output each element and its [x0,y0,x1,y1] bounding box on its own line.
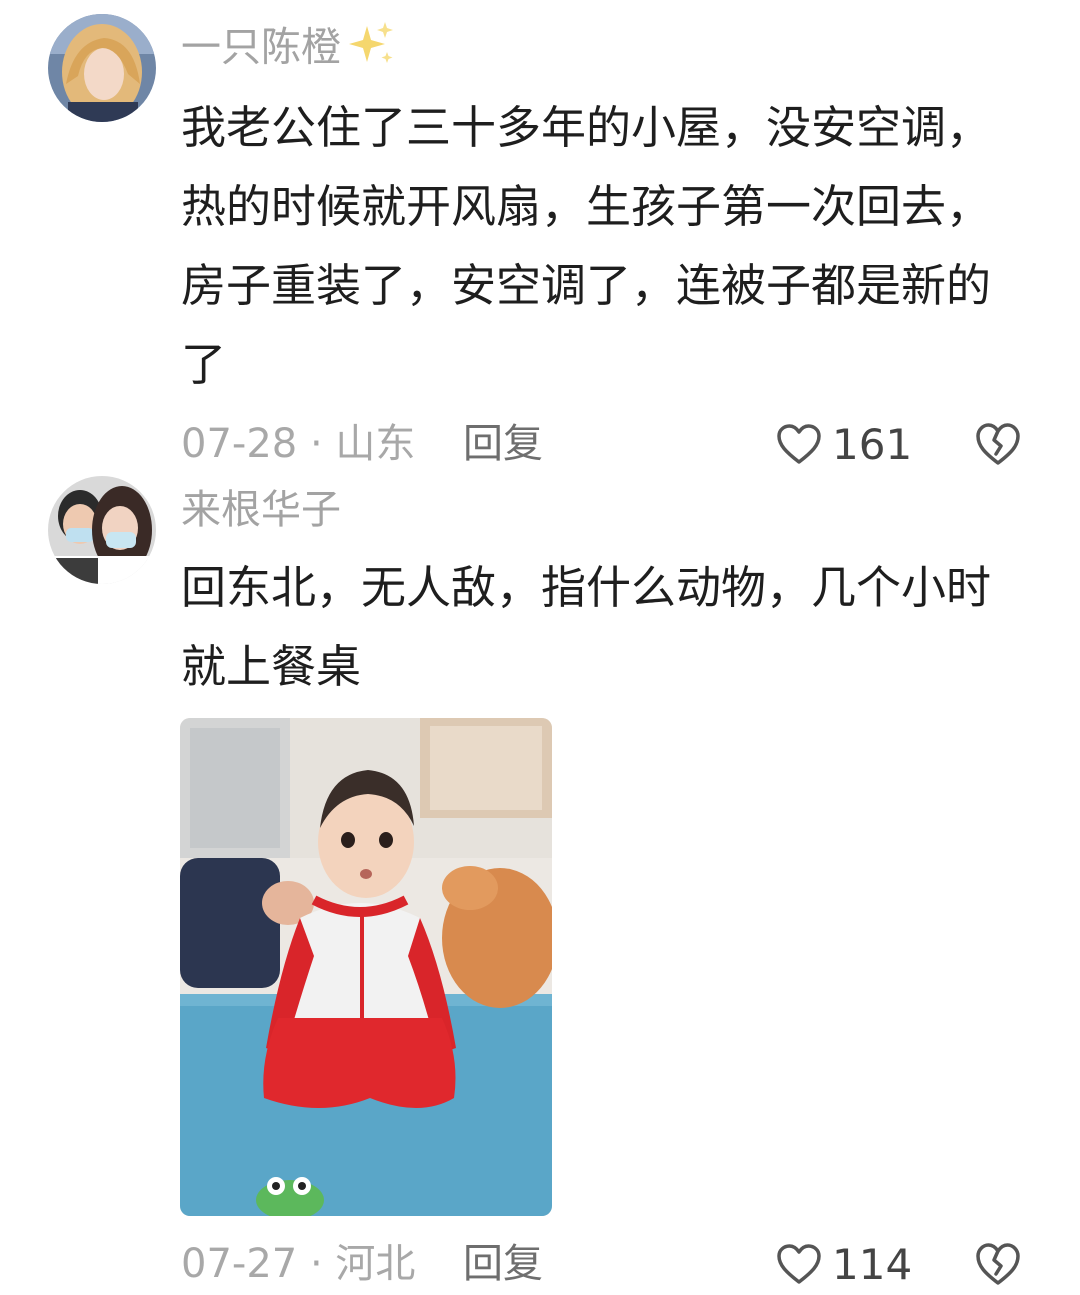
like-count: 161 [832,419,913,469]
avatar[interactable] [48,14,156,122]
avatar-image [48,476,156,584]
comment-date: 07-28 [181,421,298,467]
meta-separator: · [309,421,323,467]
reply-button[interactable]: 回复 [463,420,543,468]
sparkles-icon [345,20,397,79]
like-button[interactable]: 161 [776,419,913,469]
comment-text: 回东北，无人敌，指什么动物，几个小时就上餐桌 [181,561,992,693]
broken-heart-icon [976,423,1020,465]
meta-separator: · [309,1241,323,1287]
dislike-button[interactable] [974,1240,1022,1288]
baby-photo-image [180,718,552,1216]
comment-2: 来根华子 回东北，无人敌，指什么动物，几个小时就上餐桌 07-27 · 河北 回… [0,476,1080,1295]
comment-text: 我老公住了三十多年的小屋，没安空调，热的时候就开风扇，生孩子第一次回去，房子重装… [181,101,992,391]
heart-outline-icon [777,424,821,464]
comment-location: 河北 [335,1241,416,1287]
comment-meta: 07-27 · 河北 [181,1240,415,1288]
reply-button[interactable]: 回复 [463,1240,543,1288]
avatar[interactable] [48,476,156,584]
broken-heart-icon [976,1243,1020,1285]
comment-meta: 07-28 · 山东 [181,420,415,468]
username-text[interactable]: 一只陈橙 [181,25,341,71]
comment-1: 一只陈橙 我老公住了三十多年的小屋，没安空调，热的时候就开风扇，生孩子第一次回去… [0,0,1080,480]
username[interactable]: 来根华子 [181,486,341,534]
comment-date: 07-27 [181,1241,298,1287]
comment-location: 山东 [335,421,416,467]
avatar-image [48,14,156,122]
dislike-button[interactable] [974,420,1022,468]
comment-photo[interactable] [180,718,552,1216]
heart-outline-icon [777,1244,821,1284]
like-button[interactable]: 114 [776,1239,913,1289]
like-count: 114 [832,1239,913,1289]
username[interactable]: 一只陈橙 [181,20,397,79]
